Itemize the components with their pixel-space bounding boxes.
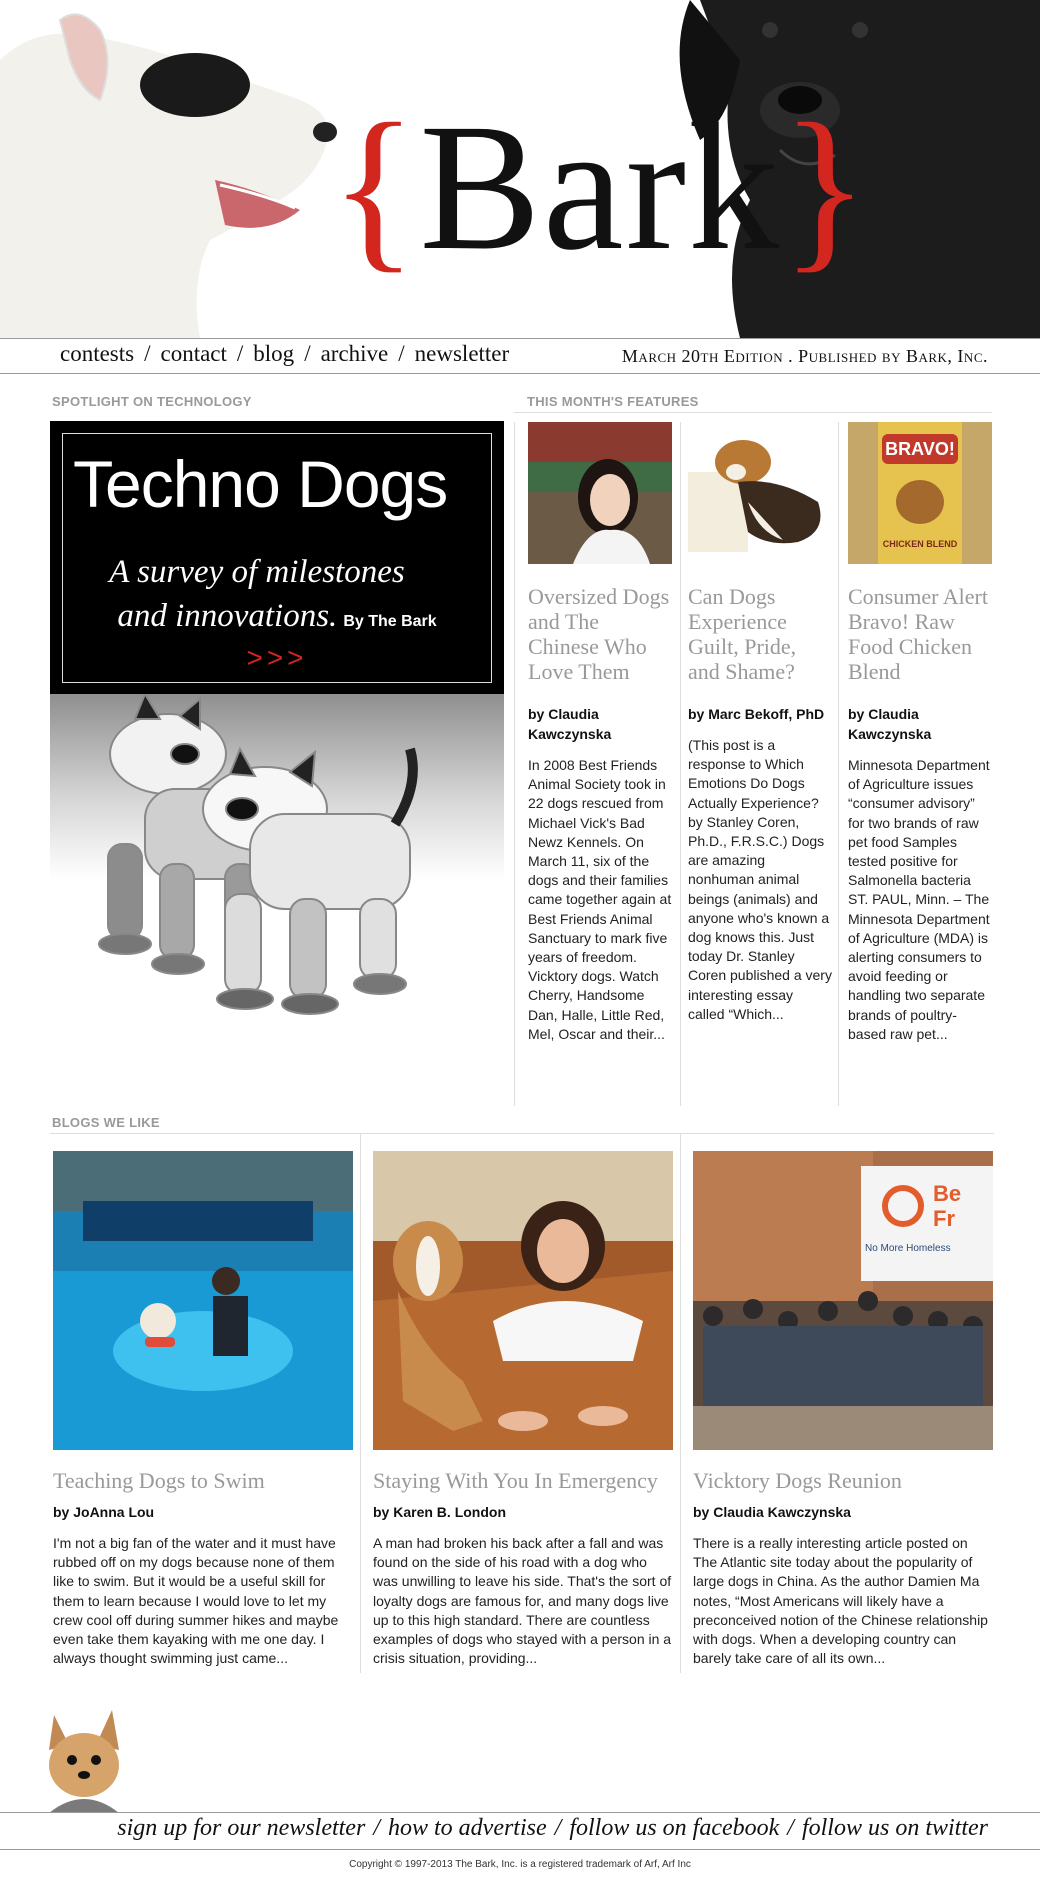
feature-image-beagle (688, 422, 832, 564)
nav-link-contests[interactable]: contests (60, 341, 134, 366)
feature-image-bravo-chicken-blend: BRAVO! CHICKEN BLEND (848, 422, 992, 564)
column-divider (680, 1133, 681, 1673)
spotlight-subtitle-line1: A survey of milestones (109, 554, 405, 590)
footer-links: sign up for our newsletter / how to advert… (117, 1815, 988, 1842)
blog-author: by JoAnna Lou (53, 1504, 155, 1520)
blog-excerpt: A man had broken his back after a fall a… (373, 1535, 672, 1667)
column-divider (838, 422, 839, 1106)
blog-title[interactable]: Staying With You In Emergency (373, 1468, 673, 1494)
spotlight-banner: Techno Dogs A survey of milestones and i… (50, 421, 504, 694)
blogs-divider (50, 1133, 994, 1134)
top-navigation-bar: contests / contact / blog / archive / newsletter… (0, 338, 1040, 374)
svg-text:Be: Be (933, 1181, 961, 1206)
features-divider (514, 412, 992, 413)
spotlight-section-label: SPOTLIGHT ON TECHNOLOGY (52, 394, 252, 409)
masthead: {Bark} (0, 0, 1040, 338)
svg-text:Fr: Fr (933, 1206, 955, 1231)
nav-link-blog[interactable]: blog (253, 341, 294, 366)
spotlight-byline: By The Bark (343, 613, 437, 630)
blog-card[interactable]: Be Fr No More Homeless Vicktory Dogs Reu… (693, 1151, 993, 1668)
blog-image-group-photo: Be Fr No More Homeless (693, 1151, 993, 1450)
footer-separator: / (373, 1815, 380, 1841)
white-terrier-illustration (0, 13, 337, 338)
logo-text: Bark (419, 87, 782, 288)
feature-author: by Marc Bekoff, PhD (688, 706, 825, 722)
nav-separator: / (144, 341, 151, 366)
nav-links: contests / contact / blog / archive / newsletter (60, 341, 509, 367)
blog-card[interactable]: Teaching Dogs to Swim by JoAnna Lou I'm … (53, 1151, 353, 1668)
blogs-section-label: BLOGS WE LIKE (52, 1115, 160, 1130)
bark-logo[interactable]: {Bark} (330, 88, 930, 288)
feature-image-woman (528, 422, 672, 564)
logo-brace-close: } (781, 87, 871, 288)
feature-card[interactable]: Can Dogs Experience Guilt, Pride, and Sh… (688, 422, 832, 1024)
feature-excerpt: In 2008 Best Friends Animal Society took… (528, 757, 672, 1042)
column-divider (514, 422, 515, 1106)
spotlight-techno-dogs[interactable]: Techno Dogs A survey of milestones and i… (50, 421, 504, 1031)
bravo-sub-label: CHICKEN BLEND (883, 539, 958, 549)
nav-link-newsletter[interactable]: newsletter (415, 341, 510, 366)
feature-author: by Claudia Kawczynska (528, 706, 612, 742)
footer-navigation-bar: sign up for our newsletter / how to advert… (0, 1812, 1040, 1850)
blog-excerpt: There is a really interesting article po… (693, 1535, 988, 1667)
blog-author: by Karen B. London (373, 1504, 506, 1520)
yorkie-dog-illustration (49, 1710, 119, 1813)
feature-title[interactable]: Can Dogs Experience Guilt, Pride, and Sh… (688, 584, 832, 684)
blog-title[interactable]: Teaching Dogs to Swim (53, 1468, 353, 1494)
blog-image-swimming (53, 1151, 353, 1450)
spotlight-subtitle-text: and innovations. (117, 598, 338, 634)
copyright-notice: Copyright © 1997-2013 The Bark, Inc. is … (349, 1859, 691, 1870)
blog-title[interactable]: Vicktory Dogs Reunion (693, 1468, 993, 1494)
blog-image-woman-with-dog (373, 1151, 673, 1450)
nav-separator: / (236, 341, 244, 366)
blog-author: by Claudia Kawczynska (693, 1504, 851, 1520)
feature-title[interactable]: Oversized Dogs and The Chinese Who Love … (528, 584, 672, 684)
footer-link-advertise[interactable]: how to advertise (388, 1815, 547, 1841)
blog-excerpt: I'm not a big fan of the water and it mu… (53, 1535, 339, 1667)
footer-link-twitter[interactable]: follow us on twitter (802, 1815, 988, 1841)
column-divider (680, 422, 681, 1106)
nav-separator: / (304, 341, 311, 366)
nav-separator: / (398, 341, 405, 366)
bravo-label: BRAVO! (885, 439, 955, 459)
column-divider (360, 1133, 361, 1673)
logo-brace-open: { (330, 87, 420, 288)
feature-card[interactable]: Oversized Dogs and The Chinese Who Love … (528, 422, 672, 1044)
feature-excerpt: Minnesota Department of Agriculture issu… (848, 757, 990, 1042)
features-section-label: THIS MONTH'S FEATURES (527, 394, 699, 409)
feature-excerpt: (This post is a response to Which Emotio… (688, 737, 832, 1022)
feature-title[interactable]: Consumer Alert Bravo! Raw Food Chicken B… (848, 584, 992, 684)
footer-separator: / (787, 1815, 794, 1841)
banner-sign-text: No More Homeless (865, 1243, 951, 1254)
spotlight-arrows[interactable]: >>> (63, 642, 491, 674)
footer-link-newsletter-signup[interactable]: sign up for our newsletter (117, 1815, 365, 1841)
footer-link-facebook[interactable]: follow us on facebook (569, 1815, 779, 1841)
feature-author: by Claudia Kawczynska (848, 706, 932, 742)
feature-card[interactable]: BRAVO! CHICKEN BLEND Consumer Alert Brav… (848, 422, 992, 1044)
spotlight-frame: Techno Dogs A survey of milestones and i… (62, 433, 492, 683)
spotlight-subtitle-line2: and innovations. By The Bark (63, 598, 491, 635)
edition-label: March 20th Edition . Published by Bark, … (621, 346, 988, 366)
robot-dogs-image (50, 694, 504, 1031)
blog-card[interactable]: Staying With You In Emergency by Karen B… (373, 1151, 673, 1668)
spotlight-title: Techno Dogs (73, 447, 448, 521)
nav-link-contact[interactable]: contact (161, 341, 227, 366)
nav-link-archive[interactable]: archive (321, 341, 389, 366)
footer-separator: / (554, 1815, 562, 1841)
